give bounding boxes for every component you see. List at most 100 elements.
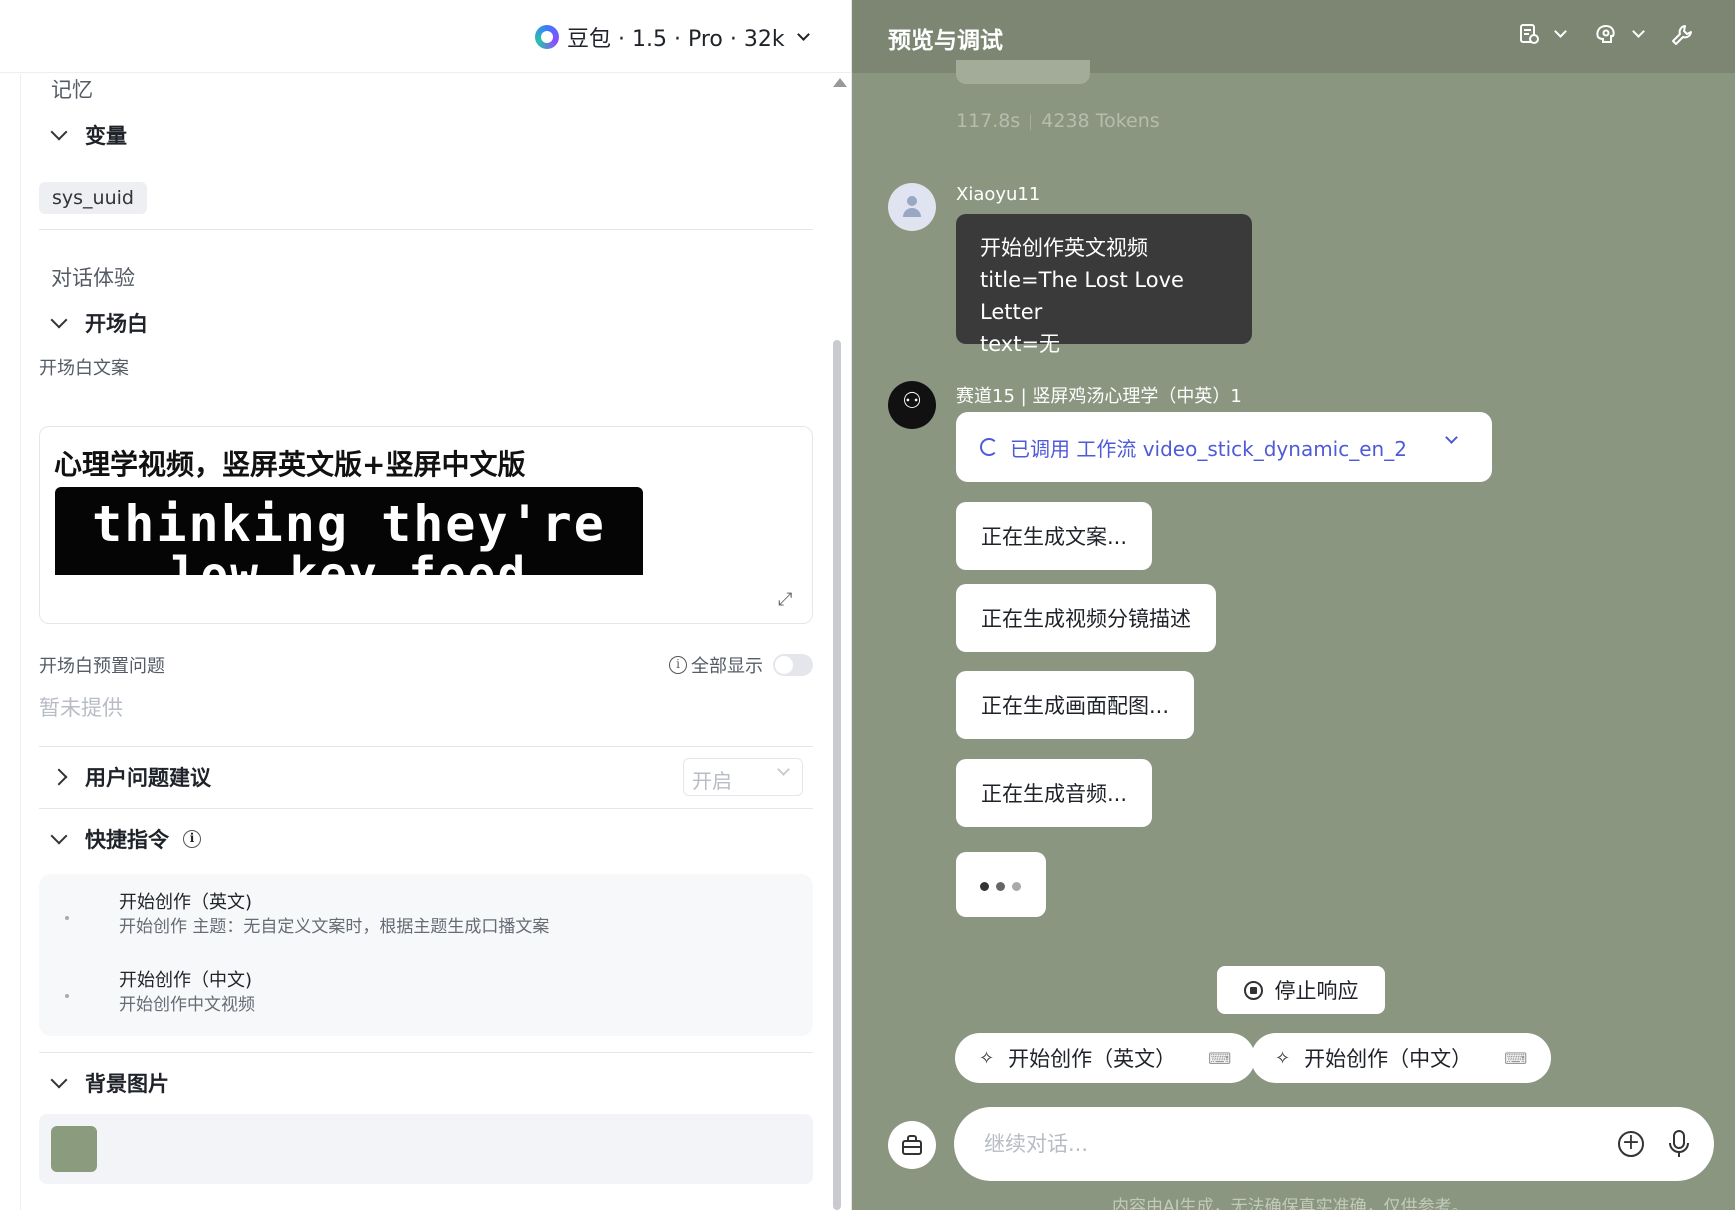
divider <box>39 1052 813 1053</box>
variables-label: 变量 <box>85 124 127 148</box>
drag-handle-icon[interactable] <box>65 994 69 998</box>
microphone-icon[interactable] <box>1666 1129 1692 1159</box>
show-all-label: 全部显示 <box>691 656 763 677</box>
scrollbar[interactable] <box>830 74 847 1210</box>
loading-spinner-icon <box>980 438 998 456</box>
workflow-call-card[interactable]: 已调用 工作流 video_stick_dynamic_en_2 <box>956 412 1492 482</box>
preview-text-line1: thinking they're <box>92 495 606 553</box>
doubao-logo-icon <box>535 25 559 49</box>
chip-label: 开始创作（中文） <box>1304 1047 1473 1071</box>
bot-avatar: ⚇ <box>888 381 936 429</box>
stop-label: 停止响应 <box>1274 979 1359 1003</box>
chat-input[interactable] <box>984 1127 1544 1161</box>
shortcut-desc: 开始创作 主题：无自定义文案时，根据主题生成口播文案 <box>119 917 550 937</box>
shortcut-desc: 开始创作中文视频 <box>119 995 255 1015</box>
background-collapse[interactable]: 背景图片 <box>50 1068 169 1098</box>
opening-preview-image: thinking they're low key food <box>55 487 643 575</box>
typing-indicator <box>956 852 1046 917</box>
previous-message-bubble <box>956 60 1090 84</box>
model-name: 豆包 · 1.5 · Pro · 32k <box>567 27 785 52</box>
config-panel: 豆包 · 1.5 · Pro · 32k 记忆 变量 sys_uuid 对话体验… <box>0 0 852 1210</box>
show-all-control: i 全部显示 <box>669 652 763 678</box>
status-message: 正在生成音频... <box>956 759 1153 827</box>
shortcut-chip-english[interactable]: ✧ 开始创作（英文） ⌨ <box>955 1033 1256 1083</box>
chevron-down-icon <box>1554 24 1567 38</box>
opening-copy-label: 开场白文案 <box>39 358 129 379</box>
stop-icon <box>1243 980 1263 1000</box>
divider <box>39 746 813 747</box>
opening-heading: 心理学视频，竖屏英文版+竖屏中文版 <box>54 448 526 481</box>
background-label: 背景图片 <box>85 1072 169 1096</box>
scroll-up-icon[interactable] <box>833 78 847 87</box>
typing-dot <box>1012 882 1021 891</box>
background-thumbnail[interactable] <box>51 1126 97 1172</box>
typing-dot <box>980 882 989 891</box>
divider <box>39 808 813 809</box>
meta-separator <box>1030 113 1032 130</box>
user-message-line: 开始创作英文视频 <box>980 236 1148 260</box>
bot-name: 赛道15 | 竖屏鸡汤心理学（中英）1 <box>956 386 1242 407</box>
chevron-down-icon <box>777 763 790 776</box>
info-icon[interactable]: i <box>183 830 201 848</box>
document-settings-icon <box>1520 24 1539 44</box>
variables-collapse[interactable]: 变量 <box>50 120 127 150</box>
ai-disclaimer: 内容由AI生成，无法确保真实准确，仅供参考。 <box>1112 1197 1469 1210</box>
persona-menu-button[interactable] <box>1594 23 1645 45</box>
stop-response-button[interactable]: 停止响应 <box>1217 966 1385 1014</box>
chevron-down-icon <box>50 1071 68 1089</box>
app-root: 豆包 · 1.5 · Pro · 32k 记忆 变量 sys_uuid 对话体验… <box>0 0 1735 1210</box>
chip-label: 开始创作（英文） <box>1008 1047 1177 1071</box>
chevron-down-icon <box>50 311 68 329</box>
chevron-down-icon <box>50 827 68 845</box>
typing-dot <box>996 882 1005 891</box>
shortcut-collapse[interactable]: 快捷指令 i <box>50 824 201 854</box>
config-scroll-area[interactable]: 记忆 变量 sys_uuid 对话体验 开场白 开场白文案 心理学视频，竖屏英文… <box>20 74 832 1210</box>
user-suggest-select[interactable]: 开启 <box>683 758 803 796</box>
wrench-icon <box>1672 25 1692 45</box>
opening-label: 开场白 <box>85 312 148 336</box>
chat-input-box[interactable]: + <box>954 1107 1714 1181</box>
keyboard-icon: ⌨ <box>1208 1048 1232 1068</box>
sparkle-icon: ✧ <box>1275 1047 1291 1069</box>
tools-button[interactable] <box>1670 23 1694 47</box>
preset-empty-text: 暂未提供 <box>39 696 123 720</box>
expand-icon[interactable]: ⤢ <box>778 589 798 610</box>
preview-title: 预览与调试 <box>888 28 1003 54</box>
user-suggest-label: 用户问题建议 <box>85 766 211 790</box>
scrollbar-thumb[interactable] <box>833 340 841 1210</box>
model-selector[interactable]: 豆包 · 1.5 · Pro · 32k <box>535 20 810 54</box>
config-header: 豆包 · 1.5 · Pro · 32k <box>0 0 852 73</box>
response-time: 117.8s <box>956 110 1021 132</box>
dialog-section-title: 对话体验 <box>51 266 135 290</box>
preset-question-row: 开场白预置问题 i 全部显示 <box>39 650 813 680</box>
show-all-toggle[interactable] <box>773 654 813 676</box>
shortcut-label: 快捷指令 <box>85 828 169 852</box>
shortcut-name: 开始创作（英文) <box>119 892 253 913</box>
opening-collapse[interactable]: 开场白 <box>50 308 148 338</box>
keyboard-icon: ⌨ <box>1504 1048 1528 1068</box>
memory-section-title: 记忆 <box>51 78 93 102</box>
background-image-row[interactable] <box>39 1114 813 1184</box>
user-suggest-collapse[interactable]: 用户问题建议 <box>50 762 211 792</box>
user-message-bubble: 开始创作英文视频 title=The Lost Love Letter text… <box>956 214 1252 356</box>
debug-menu-button[interactable] <box>1518 23 1567 45</box>
divider <box>39 229 813 230</box>
variable-tag[interactable]: sys_uuid <box>39 182 147 214</box>
chevron-down-icon <box>1632 24 1645 38</box>
clear-context-button[interactable] <box>888 1121 936 1169</box>
preset-label: 开场白预置问题 <box>39 656 165 677</box>
add-attachment-icon[interactable]: + <box>1618 1131 1644 1157</box>
chevron-down-icon <box>50 123 68 141</box>
status-message: 正在生成画面配图... <box>956 671 1195 739</box>
chevron-down-icon <box>1445 431 1458 444</box>
drag-handle-icon[interactable] <box>65 916 69 920</box>
preview-text-line2: low key food <box>170 547 528 575</box>
opening-copy-editor[interactable]: 心理学视频，竖屏英文版+竖屏中文版 thinking they're low k… <box>39 426 813 624</box>
shortcut-name: 开始创作（中文) <box>119 970 253 991</box>
info-icon[interactable]: i <box>669 656 687 674</box>
chevron-right-icon <box>50 768 68 786</box>
status-message: 正在生成视频分镜描述 <box>956 584 1216 652</box>
shortcut-chip-chinese[interactable]: ✧ 开始创作（中文） ⌨ <box>1251 1033 1552 1083</box>
user-message-line: text=无 <box>980 332 1061 356</box>
couple-drawing-icon: ⚇ <box>902 389 922 414</box>
